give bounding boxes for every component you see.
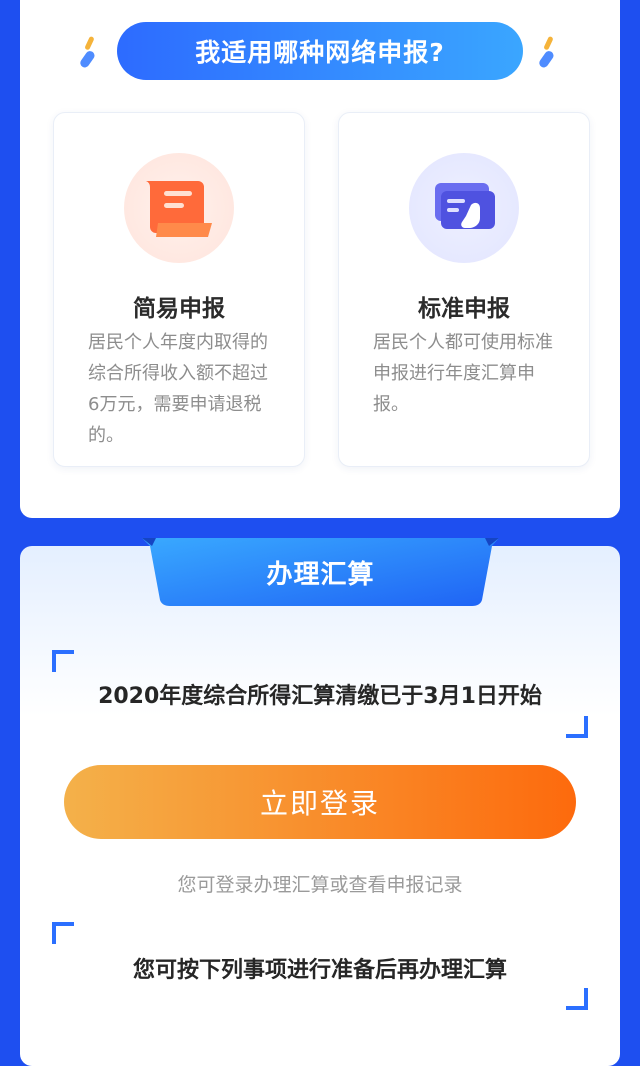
settlement-banner: 办理汇算 [266, 559, 375, 590]
settlement-start-notice: 2020年度综合所得汇算清缴已于3月1日开始 [98, 684, 542, 709]
section-title-pill: 我适用哪种网络申报? [117, 22, 523, 80]
corner-bracket-bottom-right-2 [566, 988, 588, 1010]
simple-filing-card[interactable]: 简易申报 居民个人年度内取得的综合所得收入额不超过6万元，需要申请退税的。 [53, 112, 305, 467]
corner-bracket-top-left [52, 650, 74, 672]
corner-bracket-top-left-2 [52, 922, 74, 944]
hand-on-card-icon [435, 183, 495, 229]
sparkle-left-icon [80, 36, 95, 68]
simple-filing-description: 居民个人年度内取得的综合所得收入额不超过6万元，需要申请退税的。 [88, 332, 268, 446]
login-button[interactable]: 立即登录 [64, 765, 576, 839]
simple-filing-title: 简易申报 [133, 296, 225, 322]
section-title: 我适用哪种网络申报? [195, 38, 445, 67]
standard-filing-card[interactable]: 标准申报 居民个人都可使用标准申报进行年度汇算申报。 [338, 112, 590, 467]
standard-filing-icon-bg [409, 153, 519, 263]
login-hint: 您可登录办理汇算或查看申报记录 [177, 874, 463, 896]
standard-filing-description: 居民个人都可使用标准申报进行年度汇算申报。 [373, 332, 553, 415]
simple-filing-icon-bg [124, 153, 234, 263]
scroll-document-icon [146, 181, 212, 237]
corner-bracket-bottom-right [566, 716, 588, 738]
sparkle-right-icon [539, 36, 554, 68]
prepare-notice: 您可按下列事项进行准备后再办理汇算 [132, 958, 507, 983]
standard-filing-title: 标准申报 [418, 296, 510, 322]
